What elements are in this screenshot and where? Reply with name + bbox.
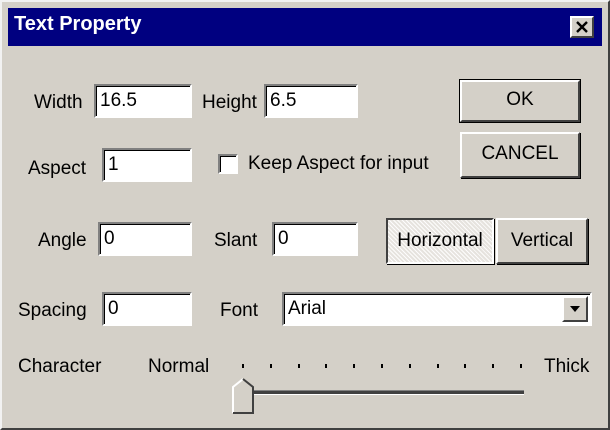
close-icon	[576, 21, 588, 33]
slider-tick	[269, 364, 272, 368]
spacing-label: Spacing	[18, 300, 87, 321]
vertical-button[interactable]: Vertical	[496, 218, 588, 264]
ok-button[interactable]: OK	[459, 79, 581, 123]
slider-tick	[492, 364, 495, 368]
text-property-dialog: Text Property Width 16.5 Height 6.5 OK A…	[0, 0, 610, 430]
keep-aspect-label[interactable]: Keep Aspect for input	[248, 153, 429, 175]
slider-max-label: Thick	[544, 356, 590, 377]
character-slider-track[interactable]	[250, 390, 524, 395]
chevron-down-icon	[570, 306, 580, 312]
width-field[interactable]: 16.5	[94, 84, 192, 118]
angle-field[interactable]: 0	[98, 222, 192, 256]
slider-tick	[353, 364, 356, 368]
close-button[interactable]	[570, 16, 594, 38]
character-label: Character	[18, 356, 102, 377]
title-bar[interactable]: Text Property	[8, 8, 602, 46]
width-label: Width	[34, 92, 83, 113]
aspect-field[interactable]: 1	[102, 148, 192, 182]
font-label: Font	[220, 300, 259, 321]
slider-tick	[325, 364, 328, 368]
slant-field[interactable]: 0	[272, 222, 358, 256]
font-selected-value: Arial	[288, 298, 327, 319]
height-label: Height	[202, 92, 257, 113]
slider-tick	[381, 364, 383, 368]
slider-tick	[408, 364, 411, 368]
window-title: Text Property	[14, 13, 142, 35]
horizontal-button[interactable]: Horizontal	[386, 218, 494, 264]
slider-tick	[520, 364, 522, 368]
cancel-button[interactable]: CANCEL	[460, 132, 580, 178]
slider-tick	[297, 364, 300, 368]
slider-tick	[436, 364, 439, 368]
spacing-field[interactable]: 0	[102, 292, 192, 326]
slider-tick	[464, 364, 467, 368]
angle-label: Angle	[38, 230, 87, 251]
slider-tick	[242, 364, 244, 368]
aspect-label: Aspect	[28, 158, 87, 179]
font-select[interactable]: Arial	[282, 292, 592, 326]
slant-label: Slant	[214, 230, 258, 251]
slider-min-label: Normal	[148, 356, 210, 377]
font-dropdown-button[interactable]	[562, 296, 588, 322]
character-slider-thumb[interactable]	[232, 378, 254, 414]
keep-aspect-checkbox[interactable]	[218, 154, 238, 174]
height-field[interactable]: 6.5	[264, 84, 358, 118]
